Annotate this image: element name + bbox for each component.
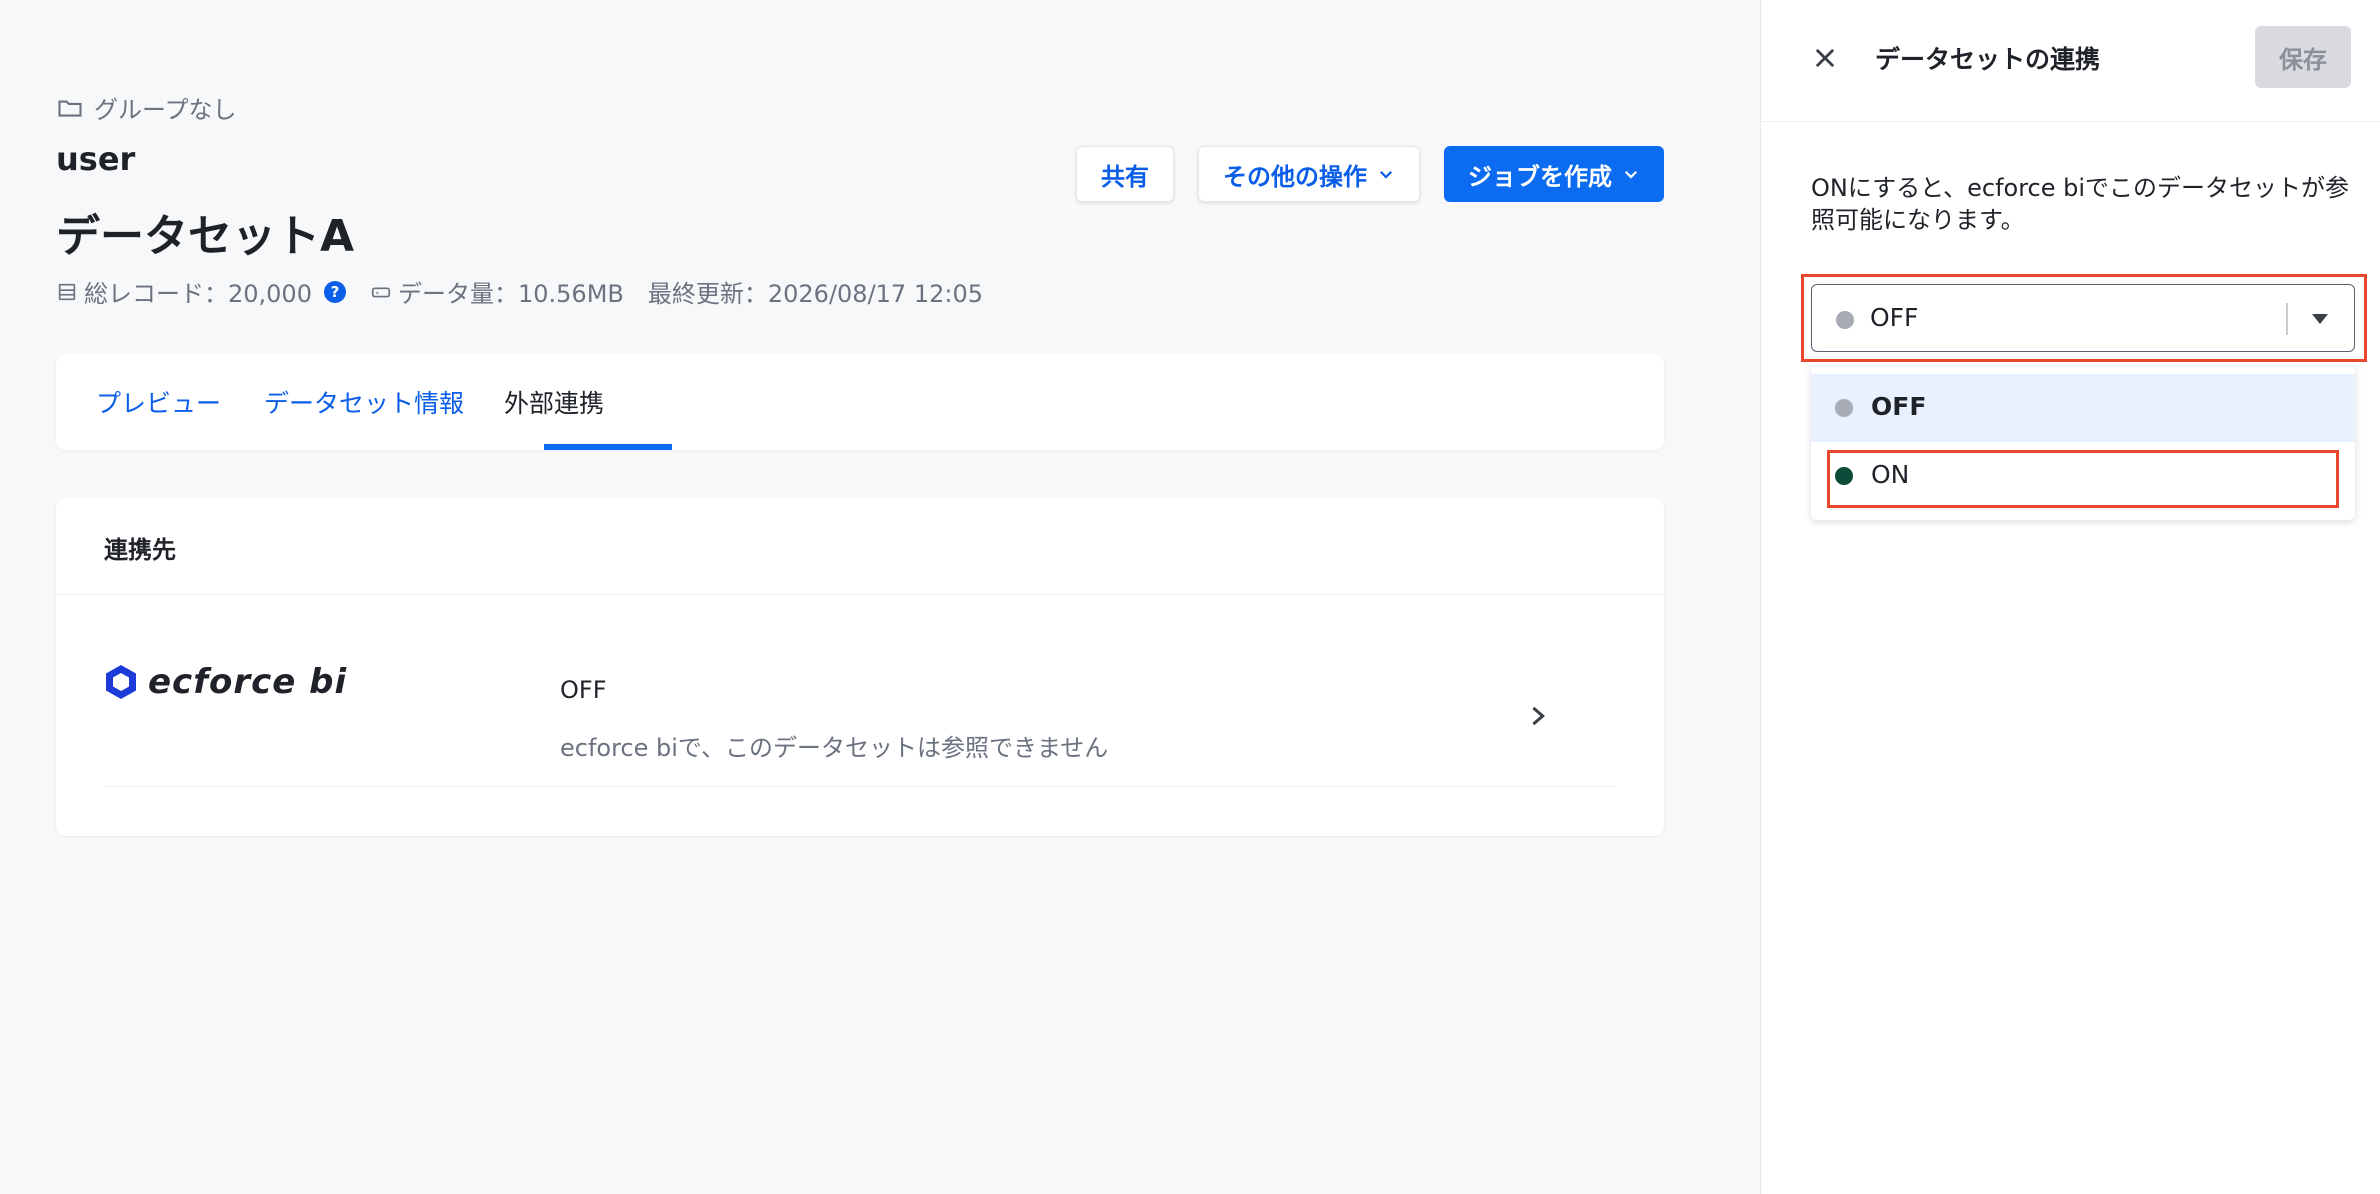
row-divider (560, 786, 1616, 787)
chevron-right-icon[interactable] (1524, 698, 1552, 734)
select-separator (2286, 303, 2288, 335)
integration-select[interactable]: OFF (1811, 284, 2355, 352)
divider (56, 594, 1664, 595)
share-button[interactable]: 共有 (1076, 146, 1174, 202)
integration-status: OFF (560, 676, 607, 704)
integration-card: 連携先 ecforce bi OFF ecforce biで、このデータセットは… (56, 498, 1664, 836)
size-label: データ量：10.56MB (397, 280, 624, 308)
owner-name: user (56, 140, 136, 178)
row-divider (104, 786, 560, 787)
page-title: データセットA (56, 211, 355, 262)
records-info: 総レコード：20,000 ? (56, 274, 346, 309)
size-info: データ量：10.56MB (370, 274, 624, 309)
ecforce-bi-logo: ecforce bi (104, 662, 347, 702)
status-dot (1836, 311, 1854, 329)
hexagon-logo-icon (106, 665, 136, 699)
more-actions-label: その他の操作 (1223, 162, 1367, 191)
integration-description: ecforce biで、このデータセットは参照できません (560, 734, 1109, 762)
updated-label: 最終更新：2026/08/17 12:05 (647, 280, 983, 308)
updated-info: 最終更新：2026/08/17 12:05 (648, 274, 983, 309)
main-content: グループなし user データセットA 総レコード：20,000 ? データ量：… (0, 0, 1760, 1194)
chevron-down-icon (1379, 170, 1393, 179)
option-label: OFF (1871, 392, 1927, 421)
option-highlight-box (1827, 450, 2339, 508)
chevron-down-icon (1624, 170, 1638, 179)
status-dot (1835, 399, 1853, 417)
panel-description: ONにすると、ecforce biでこのデータセットが参照可能になります。 (1811, 174, 2350, 234)
create-job-button[interactable]: ジョブを作成 (1444, 146, 1664, 202)
tab-bar: プレビュー データセット情報 外部連携 (56, 354, 1664, 450)
tab-external-link[interactable]: 外部連携 (504, 354, 604, 450)
integration-side-panel: データセットの連携 保存 ONにすると、ecforce biでこのデータセットが… (1760, 0, 2380, 1194)
records-label: 総レコード：20,000 (84, 280, 312, 308)
share-button-label: 共有 (1101, 162, 1149, 191)
card-title: 連携先 (104, 536, 176, 564)
close-icon[interactable] (1811, 44, 1839, 72)
breadcrumb-label: グループなし (94, 96, 237, 124)
storage-icon (371, 287, 391, 297)
tab-dataset-info[interactable]: データセット情報 (264, 354, 464, 450)
folder-icon (58, 100, 82, 117)
create-job-label: ジョブを作成 (1468, 162, 1612, 191)
select-value: OFF (1870, 303, 1919, 332)
active-tab-indicator (544, 444, 672, 450)
table-icon (58, 283, 76, 300)
panel-title: データセットの連携 (1875, 45, 2101, 74)
option-off[interactable]: OFF (1811, 374, 2355, 442)
header-actions: 共有 その他の操作 ジョブを作成 (1076, 146, 1664, 202)
breadcrumb[interactable]: グループなし (56, 90, 237, 125)
more-actions-button[interactable]: その他の操作 (1198, 146, 1420, 202)
caret-down-icon[interactable] (2310, 311, 2330, 327)
help-icon[interactable]: ? (323, 280, 346, 303)
logo-text: ecforce bi (148, 662, 348, 702)
tab-preview[interactable]: プレビュー (96, 354, 221, 450)
dataset-meta: 総レコード：20,000 ? データ量：10.56MB 最終更新：2026/08… (56, 274, 1007, 309)
panel-header: データセットの連携 保存 (1761, 0, 2380, 122)
save-button[interactable]: 保存 (2255, 26, 2351, 88)
